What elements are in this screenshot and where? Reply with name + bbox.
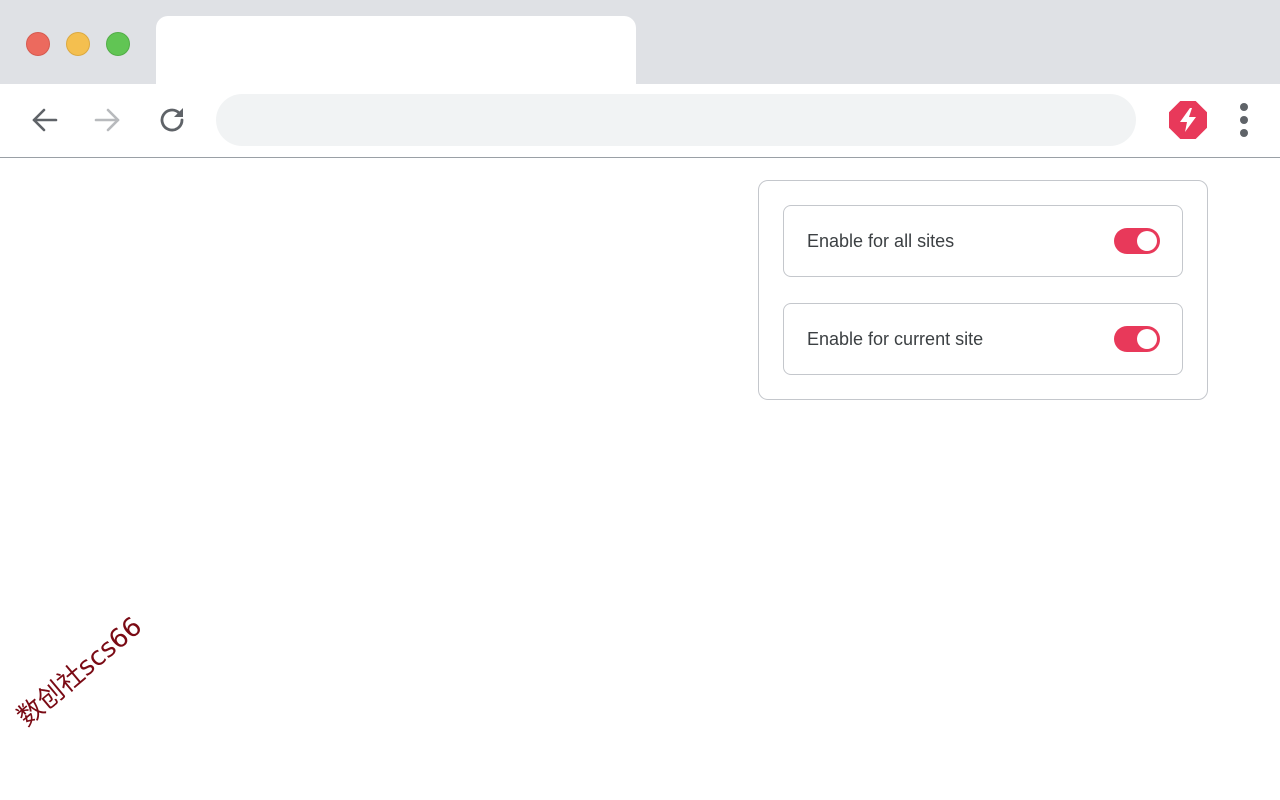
browser-window: Enable for all sites Enable for current …: [0, 0, 1280, 800]
current-site-toggle[interactable]: [1114, 326, 1160, 352]
option-row-current-site: Enable for current site: [783, 303, 1183, 375]
all-sites-toggle[interactable]: [1114, 228, 1160, 254]
arrow-right-icon: [94, 108, 120, 132]
minimize-window-button[interactable]: [66, 32, 90, 56]
arrow-left-icon: [32, 108, 58, 132]
reload-button[interactable]: [152, 100, 192, 140]
address-bar[interactable]: [216, 94, 1136, 146]
extension-popup: Enable for all sites Enable for current …: [758, 180, 1208, 400]
toggle-knob: [1137, 231, 1157, 251]
toggle-knob: [1137, 329, 1157, 349]
kebab-menu-icon: [1240, 103, 1248, 137]
option-label: Enable for all sites: [807, 231, 955, 251]
close-window-button[interactable]: [26, 32, 50, 56]
maximize-window-button[interactable]: [106, 32, 130, 56]
browser-menu-button[interactable]: [1228, 100, 1260, 140]
option-row-all-sites: Enable for all sites: [783, 205, 1183, 277]
reload-icon: [160, 108, 184, 132]
extension-button[interactable]: [1166, 98, 1210, 142]
forward-button[interactable]: [88, 100, 128, 140]
active-tab[interactable]: [156, 16, 636, 84]
option-label: Enable for current site: [807, 329, 984, 349]
tab-strip: [0, 0, 1280, 84]
browser-toolbar: [0, 84, 1280, 158]
watermark: 数创社scs66: [11, 611, 148, 733]
back-button[interactable]: [24, 100, 64, 140]
lightning-bolt-icon: [1169, 101, 1207, 139]
